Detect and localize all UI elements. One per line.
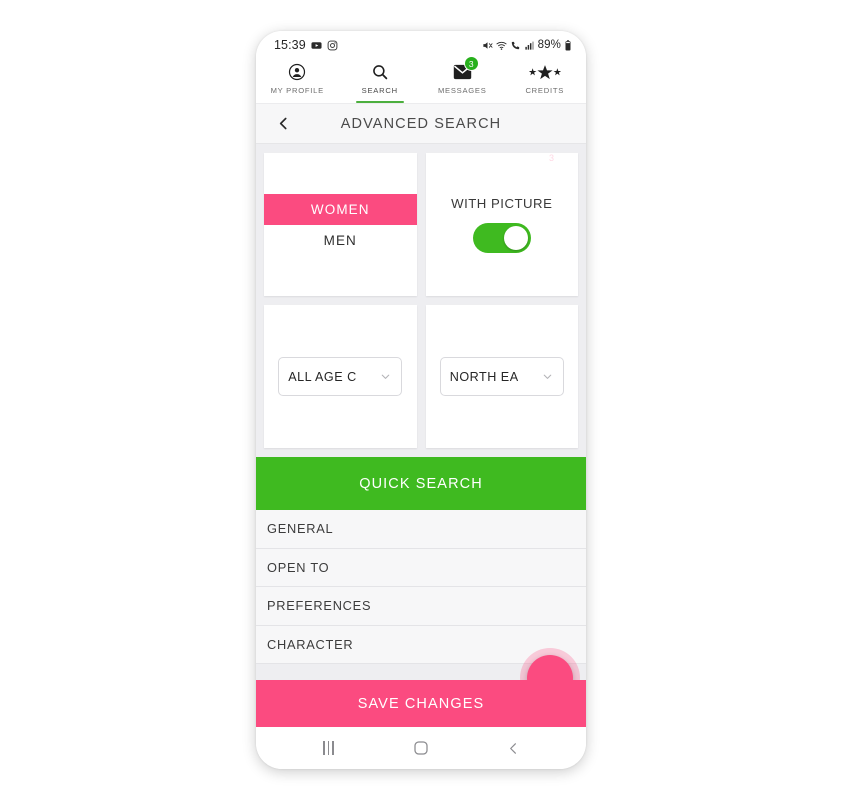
toggle-knob [503,226,528,250]
back-icon[interactable] [494,733,534,763]
tab-label-credits: CREDITS [525,86,565,95]
page-title: ADVANCED SEARCH [340,115,502,132]
section-row-open-to[interactable]: OPEN TO [256,548,586,587]
account-circle-icon [288,62,306,82]
envelope-icon: 3 [453,56,479,82]
chevron-down-icon [379,370,392,383]
instagram-icon [327,40,338,51]
gender-filter-card: WOMEN MEN [264,153,417,296]
tab-label-my-profile: MY PROFILE [270,86,324,95]
home-icon[interactable] [401,733,441,763]
region-value: NORTH EA [449,369,519,384]
section-row-general[interactable]: GENERAL [256,510,586,549]
phone-frame: 15:39 89% MY PROFILE SEARCH 3 MESSAGES C… [256,31,586,769]
age-category-card: ALL AGE C [264,305,417,448]
battery-icon [564,39,572,51]
quick-search-button[interactable]: QUICK SEARCH [256,457,586,510]
section-list: GENERAL OPEN TO PREFERENCES CHARACTER [256,510,586,664]
content-area: WOMEN MEN WITH PICTURE ALL AGE C NORTH E… [256,144,586,727]
recents-icon[interactable] [308,733,348,763]
status-bar-left: 15:39 [274,38,338,52]
tab-label-messages: MESSAGES [437,86,487,95]
gender-option-men[interactable]: MEN [264,225,417,256]
stars-icon [528,62,562,82]
mute-icon [482,40,493,51]
search-icon [371,62,389,82]
region-select[interactable]: NORTH EA [439,357,564,396]
tab-active-indicator [355,100,404,103]
android-navigation-bar [256,727,586,769]
top-navigation-tabs: MY PROFILE SEARCH 3 MESSAGES CREDITS [256,56,587,103]
battery-percent-label: 89% [537,39,561,51]
age-category-select[interactable]: ALL AGE C [278,357,403,396]
with-picture-card: WITH PICTURE [425,153,578,296]
with-picture-label: WITH PICTURE [451,196,553,211]
status-bar: 15:39 89% [256,31,586,59]
wifi-icon [496,40,507,51]
tab-label-search: SEARCH [361,86,398,95]
filter-card-grid: WOMEN MEN WITH PICTURE ALL AGE C NORTH E… [256,144,586,448]
gender-option-women[interactable]: WOMEN [264,193,417,225]
status-bar-right: 89% [482,39,572,51]
messages-badge: 3 [463,56,479,71]
cellular-signal-icon [524,40,535,51]
region-card: NORTH EA [425,305,578,448]
tab-credits[interactable]: CREDITS [504,59,587,103]
screenshot-canvas: 15:39 89% MY PROFILE SEARCH 3 MESSAGES C… [0,0,842,804]
youtube-icon [311,40,322,51]
chevron-left-icon[interactable] [272,113,294,135]
fab-badge: 3 [548,153,554,163]
age-category-value: ALL AGE C [288,369,357,384]
with-picture-toggle[interactable] [472,223,531,253]
save-changes-button[interactable]: SAVE CHANGES [256,680,586,727]
tab-my-profile[interactable]: MY PROFILE [256,59,339,103]
tab-messages[interactable]: 3 MESSAGES [421,56,504,103]
status-bar-clock: 15:39 [274,38,306,52]
section-row-preferences[interactable]: PREFERENCES [256,587,586,626]
page-header: ADVANCED SEARCH [256,103,586,144]
chevron-down-icon [541,370,554,383]
call-signal-icon [510,40,521,51]
tab-search[interactable]: SEARCH [339,59,422,103]
